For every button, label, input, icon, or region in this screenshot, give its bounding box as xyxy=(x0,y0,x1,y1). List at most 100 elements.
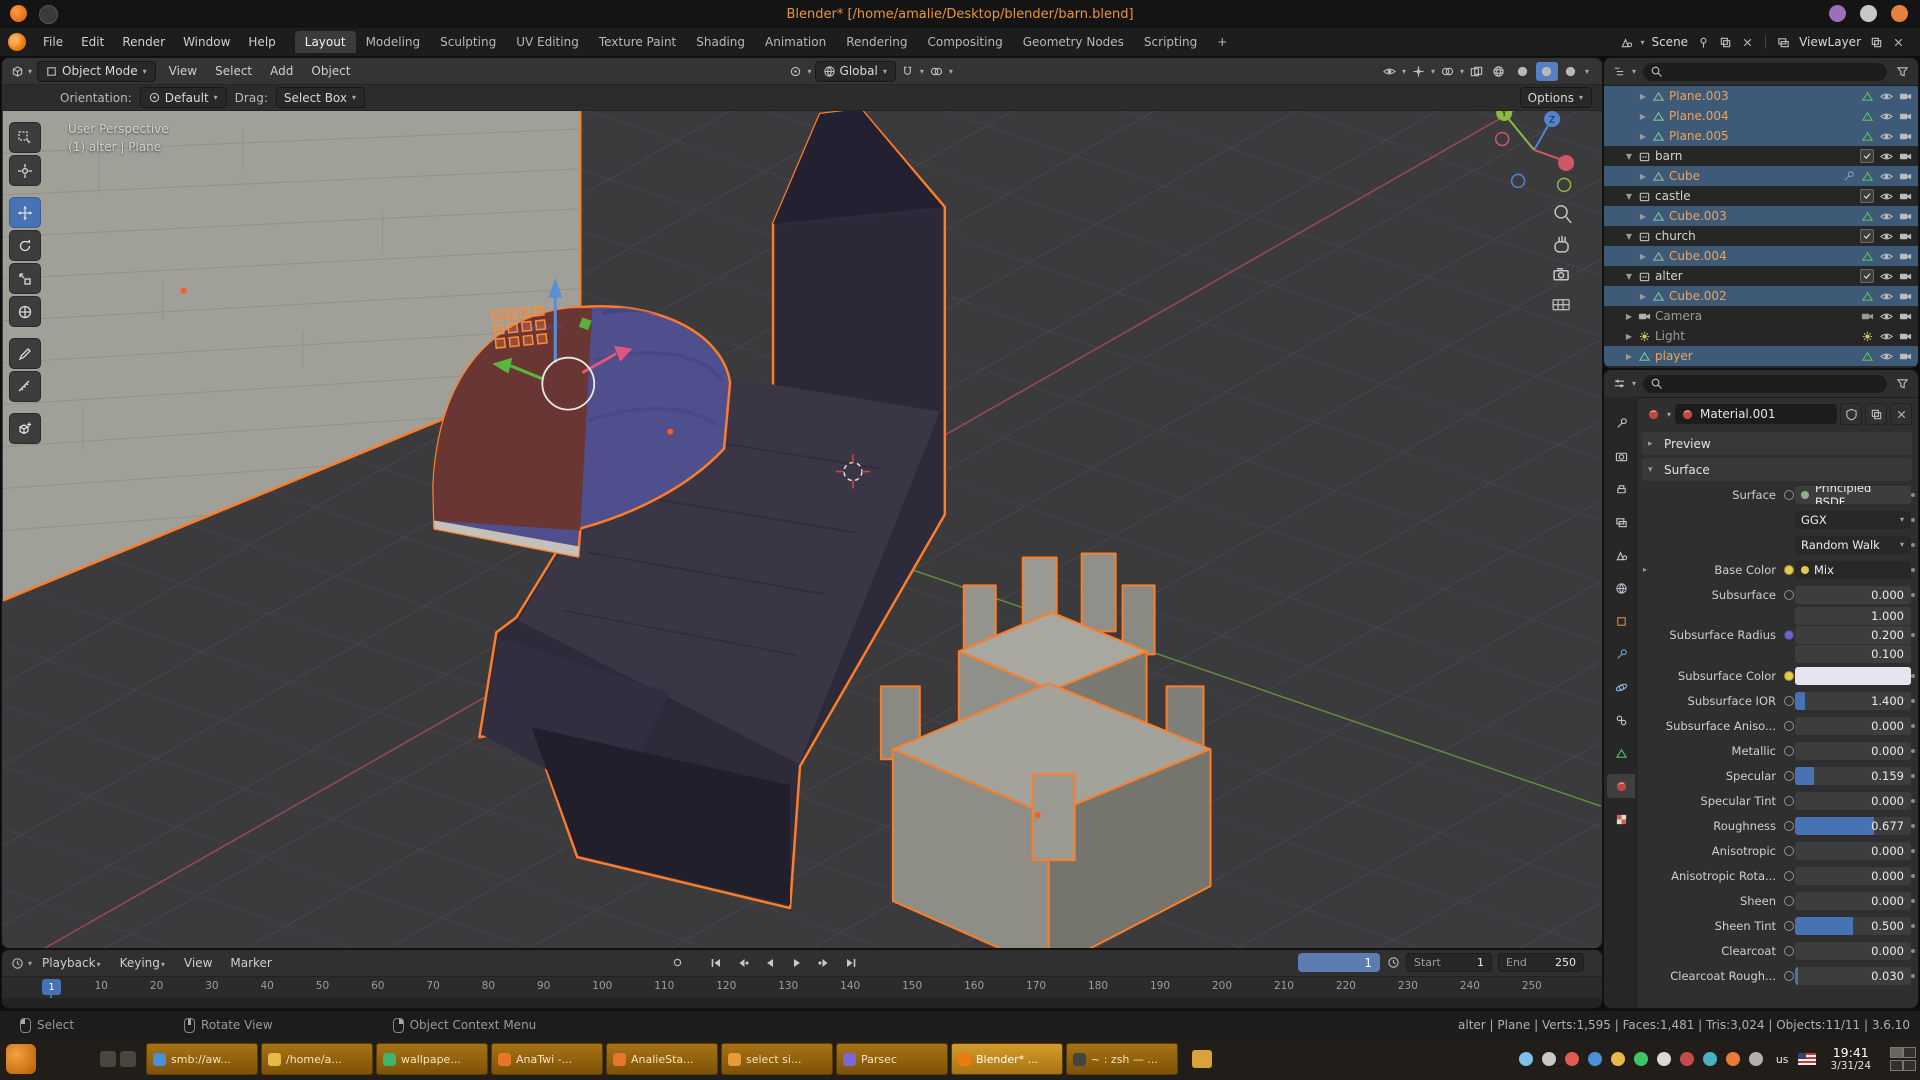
outliner-item-castle[interactable]: ▼castle xyxy=(1604,186,1918,206)
pivot-point-button[interactable] xyxy=(786,63,805,80)
animate-dot[interactable] xyxy=(1911,824,1915,828)
workspace-tab-compositing[interactable]: Compositing xyxy=(917,31,1012,53)
animate-dot[interactable] xyxy=(1911,874,1915,878)
workspace-tab-sculpting[interactable]: Sculpting xyxy=(430,31,506,53)
disclosure-icon[interactable]: ▶ xyxy=(1638,212,1648,221)
select-ggx[interactable]: GGX▾ xyxy=(1795,511,1911,529)
hide-viewport-icon[interactable] xyxy=(1880,350,1893,363)
outliner-item-player[interactable]: ▶player xyxy=(1604,346,1918,366)
workspace-tab--[interactable]: + xyxy=(1207,31,1237,53)
tool-transform[interactable] xyxy=(9,296,41,327)
tray-icon[interactable] xyxy=(1749,1052,1763,1066)
animate-dot[interactable] xyxy=(1911,924,1915,928)
axis-x-ball[interactable] xyxy=(1558,155,1574,171)
outliner-item-alter[interactable]: ▼alter xyxy=(1604,266,1918,286)
properties-tab-modifiers[interactable] xyxy=(1607,642,1635,666)
tool-add-cube[interactable] xyxy=(9,413,41,444)
launcher-icon[interactable] xyxy=(120,1051,136,1067)
outliner-item-plane-005[interactable]: ▶Plane.005 xyxy=(1604,126,1918,146)
tool-select-box[interactable] xyxy=(9,122,41,153)
new-material-button[interactable] xyxy=(1865,403,1887,425)
taskbar-window-select-si-[interactable]: select si... xyxy=(721,1043,833,1075)
disclosure-icon[interactable]: ▶ xyxy=(1624,352,1634,361)
editor-type-button[interactable] xyxy=(1610,63,1629,80)
show-overlays-button[interactable] xyxy=(1438,63,1457,80)
applications-menu-button[interactable] xyxy=(6,1044,36,1074)
collection-checkbox[interactable] xyxy=(1860,229,1874,243)
timeline-track[interactable] xyxy=(2,998,1602,1008)
disable-render-icon[interactable] xyxy=(1899,110,1912,123)
disable-render-icon[interactable] xyxy=(1899,190,1912,203)
tray-icon[interactable] xyxy=(1726,1052,1740,1066)
disclosure-icon[interactable]: ▶ xyxy=(1624,332,1634,341)
disclosure-icon[interactable]: ▶ xyxy=(1638,112,1648,121)
timeline-menu-marker[interactable]: Marker xyxy=(221,956,280,970)
animate-dot[interactable] xyxy=(1911,974,1915,978)
outliner-item-plane-003[interactable]: ▶Plane.003 xyxy=(1604,86,1918,106)
animate-dot[interactable] xyxy=(1911,699,1915,703)
taskbar-window-parsec[interactable]: Parsec xyxy=(836,1043,948,1075)
editor-type-button[interactable] xyxy=(1610,375,1629,392)
tray-icon[interactable] xyxy=(1588,1052,1602,1066)
keyboard-layout-indicator[interactable]: us xyxy=(1776,1053,1789,1066)
tray-icon[interactable] xyxy=(1703,1052,1717,1066)
properties-tab-view-layer[interactable] xyxy=(1607,510,1635,534)
animate-dot[interactable] xyxy=(1911,493,1915,497)
tray-icon[interactable] xyxy=(1565,1052,1579,1066)
properties-tab-texture[interactable] xyxy=(1607,807,1635,831)
properties-tab-constraints[interactable] xyxy=(1607,708,1635,732)
fake-user-button[interactable] xyxy=(1840,403,1862,425)
animate-dot[interactable] xyxy=(1911,849,1915,853)
play-reverse-button[interactable] xyxy=(760,954,780,972)
tray-icon[interactable] xyxy=(1657,1052,1671,1066)
properties-tab-render[interactable] xyxy=(1607,444,1635,468)
tool-rotate[interactable] xyxy=(9,230,41,261)
value-slider[interactable]: 1.400 xyxy=(1795,692,1911,710)
animate-dot[interactable] xyxy=(1911,593,1915,597)
value-slider[interactable]: 0.030 xyxy=(1795,967,1911,985)
properties-search-input[interactable] xyxy=(1643,375,1887,393)
disable-render-icon[interactable] xyxy=(1899,350,1912,363)
disable-render-icon[interactable] xyxy=(1899,270,1912,283)
workspace-tab-animation[interactable]: Animation xyxy=(755,31,836,53)
viewport-menu-select[interactable]: Select xyxy=(206,64,261,78)
hide-viewport-icon[interactable] xyxy=(1880,230,1893,243)
animate-dot[interactable] xyxy=(1911,518,1915,522)
outliner-item-cube-002[interactable]: ▶Cube.002 xyxy=(1604,286,1918,306)
disclosure-icon[interactable]: ▶ xyxy=(1638,292,1648,301)
frame-end-field[interactable]: End250 xyxy=(1498,953,1584,972)
color-swatch[interactable] xyxy=(1795,667,1911,685)
value-slider[interactable]: 0.000 xyxy=(1795,842,1911,860)
menu-help[interactable]: Help xyxy=(239,35,284,49)
disclosure-icon[interactable]: ▶ xyxy=(1638,252,1648,261)
animate-dot[interactable] xyxy=(1911,799,1915,803)
outliner-item-cube-003[interactable]: ▶Cube.003 xyxy=(1604,206,1918,226)
properties-tab-material[interactable] xyxy=(1607,774,1635,798)
hide-viewport-icon[interactable] xyxy=(1880,90,1893,103)
taskbar-window-smb-aw-[interactable]: smb://aw... xyxy=(146,1043,258,1075)
hide-viewport-icon[interactable] xyxy=(1880,330,1893,343)
animate-dot[interactable] xyxy=(1911,568,1915,572)
blender-logo-icon[interactable] xyxy=(8,33,26,51)
shading-rendered-button[interactable] xyxy=(1560,62,1582,81)
hide-viewport-icon[interactable] xyxy=(1880,290,1893,303)
menu-window[interactable]: Window xyxy=(174,35,239,49)
animate-dot[interactable] xyxy=(1911,774,1915,778)
hide-viewport-icon[interactable] xyxy=(1880,110,1893,123)
disable-render-icon[interactable] xyxy=(1899,130,1912,143)
tool-annotate[interactable] xyxy=(9,338,41,369)
tool-measure[interactable] xyxy=(9,371,41,402)
timeline-menu-view[interactable]: View xyxy=(175,956,221,970)
axis-neg-x-ball[interactable] xyxy=(1496,132,1509,145)
tray-icon[interactable] xyxy=(1611,1052,1625,1066)
snapping-toggle[interactable] xyxy=(898,63,917,80)
axis-neg-y-ball[interactable] xyxy=(1558,178,1571,191)
outliner-item-cube-004[interactable]: ▶Cube.004 xyxy=(1604,246,1918,266)
outliner-item-plane-004[interactable]: ▶Plane.004 xyxy=(1604,106,1918,126)
value-slider[interactable]: 0.000 xyxy=(1795,892,1911,910)
viewlayer-name[interactable]: ViewLayer xyxy=(1796,35,1864,49)
axis-neg-z-ball[interactable] xyxy=(1512,174,1525,187)
tray-icon[interactable] xyxy=(1519,1052,1533,1066)
window-minimize-button[interactable] xyxy=(1829,5,1846,22)
options-dropdown[interactable]: Options▾ xyxy=(1520,87,1592,108)
